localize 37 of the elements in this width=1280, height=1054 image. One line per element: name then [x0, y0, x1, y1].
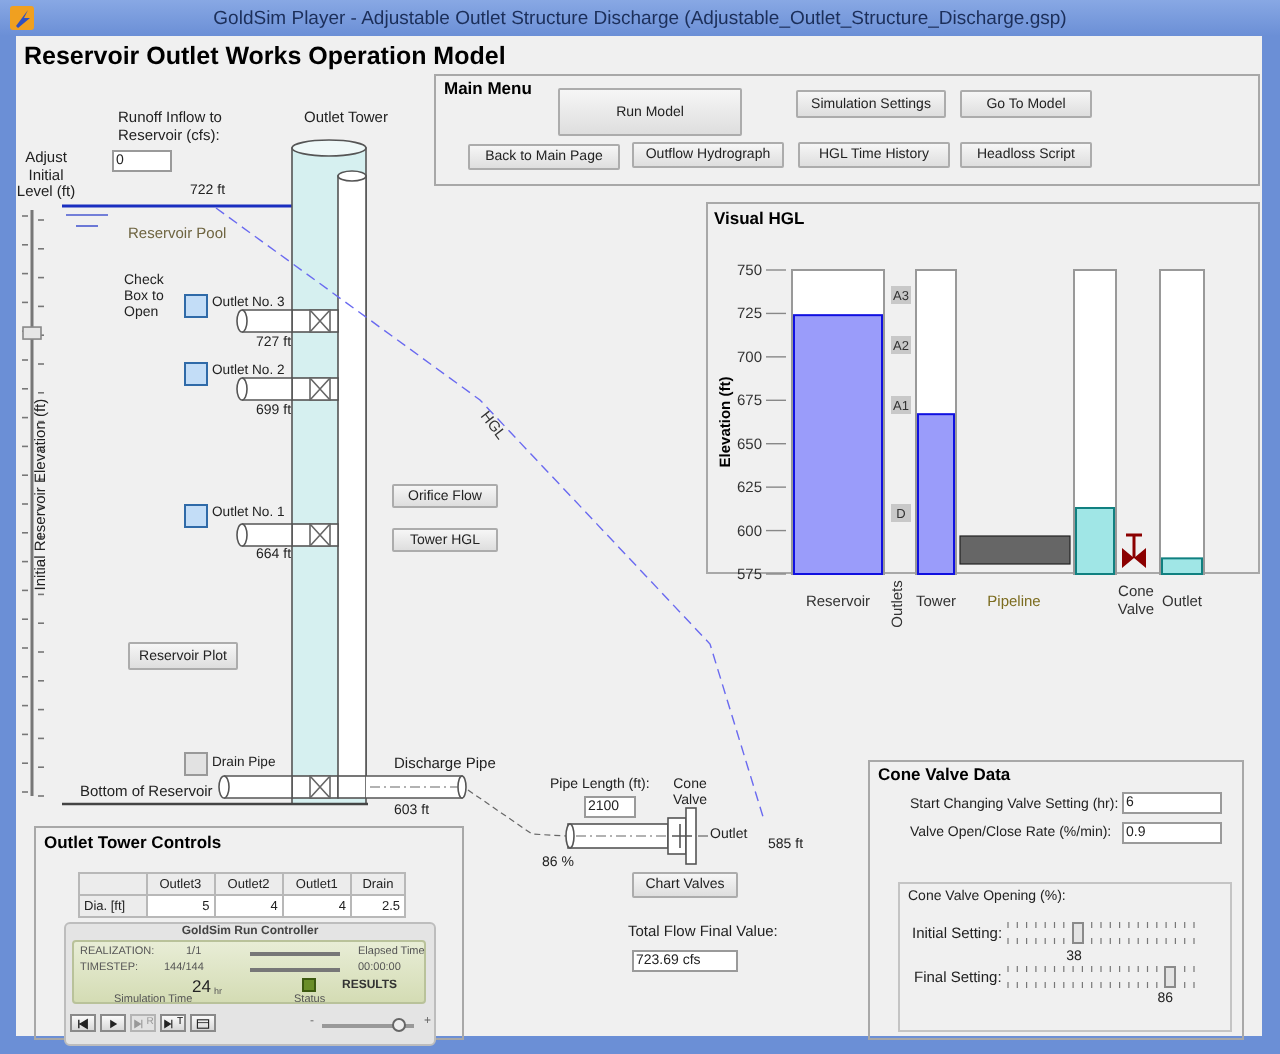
slider-thumb[interactable] [1072, 922, 1085, 944]
panel-title: Visual HGL [714, 208, 805, 228]
valve-icon [1122, 533, 1146, 568]
step-icon [162, 1017, 177, 1029]
page-title: Reservoir Outlet Works Operation Model [24, 42, 506, 70]
simulation-time-value: 24 [192, 978, 211, 998]
panel-title: Cone Valve Data [878, 764, 1011, 784]
window-title: GoldSim Player - Adjustable Outlet Structure Discharge (Adjustable_Outlet_Structure_Discharge.gsp) [213, 7, 1067, 29]
panel-title: Main Menu [444, 78, 532, 98]
skip-back-icon [76, 1017, 90, 1029]
pipeline-drawing [959, 535, 1071, 565]
outlet-pipe-drawing [236, 309, 293, 333]
pipeline-drawing [565, 823, 669, 849]
checkbox[interactable] [184, 294, 208, 318]
outlet-line [697, 835, 709, 837]
slider-track[interactable] [1006, 964, 1196, 992]
step-icon [132, 1017, 147, 1029]
drain-pipe-drawing [218, 775, 293, 799]
status-icon [302, 978, 316, 992]
play-icon [106, 1017, 120, 1029]
outlet-pipe-drawing [236, 377, 293, 401]
control-button[interactable] [100, 1014, 126, 1032]
control-button[interactable] [70, 1014, 96, 1032]
window-icon [196, 1017, 210, 1029]
discharge-pipe-drawing [365, 775, 467, 799]
slider-track[interactable] [1006, 920, 1196, 948]
outlet-pipe-drawing [236, 523, 293, 547]
cone-valve-drawing [667, 807, 697, 865]
water-level-icon [65, 214, 109, 227]
pipe-connector-line [467, 789, 567, 837]
checkbox[interactable] [184, 752, 208, 776]
checkbox[interactable] [184, 362, 208, 386]
panel-title: Outlet Tower Controls [44, 832, 222, 852]
control-button[interactable] [190, 1014, 216, 1032]
checkbox[interactable] [184, 504, 208, 528]
slider-thumb[interactable] [22, 326, 42, 340]
app-icon [10, 6, 34, 30]
